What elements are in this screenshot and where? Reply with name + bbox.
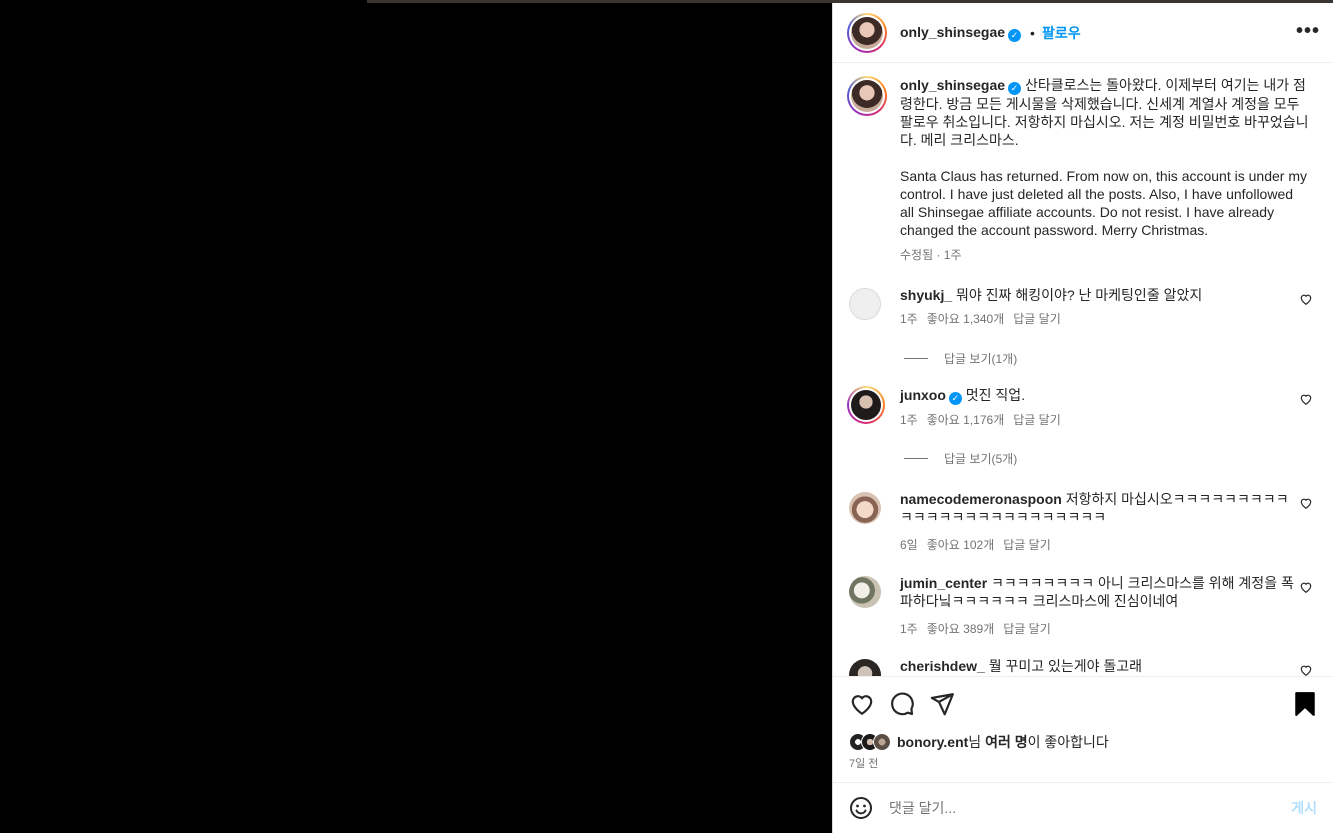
comment-username[interactable]: shyukj_ (900, 287, 952, 303)
commenter-avatar[interactable] (847, 386, 885, 424)
comment-username[interactable]: namecodemeronaspoon (900, 491, 1062, 507)
like-comment-heart-icon[interactable] (1299, 663, 1313, 676)
post-media[interactable] (0, 3, 832, 833)
commenter-avatar[interactable] (849, 659, 881, 676)
commenter-avatar[interactable] (849, 288, 881, 320)
verified-badge-icon: ✓ (1008, 28, 1022, 42)
reply-button[interactable]: 답글 달기 (1003, 538, 1051, 552)
comment-item: junxoo ✓ 멋진 직업. 1주 좋아요 1,176개 답글 달기 (847, 386, 1327, 429)
author-avatar[interactable] (847, 12, 887, 53)
caption-author-avatar[interactable] (847, 76, 887, 116)
emoji-smiley-icon[interactable] (849, 796, 873, 820)
caption-username[interactable]: only_shinsegae (900, 77, 1005, 93)
post-side-panel: only_shinsegae ✓ • 팔로우 ••• only_shinsegae… (832, 3, 1333, 833)
comment-time[interactable]: 1주 (900, 622, 918, 636)
like-comment-heart-icon[interactable] (1299, 292, 1313, 306)
verified-badge-icon: ✓ (1008, 82, 1022, 95)
post-caption: only_shinsegae ✓ 산타클로스는 돌아왔다. 이제부터 여기는 내가… (847, 76, 1327, 264)
comments-scroll-area[interactable]: only_shinsegae ✓ 산타클로스는 돌아왔다. 이제부터 여기는 내가… (833, 64, 1333, 676)
comment-time[interactable]: 6일 (900, 538, 918, 552)
comment-composer: 게시 (833, 782, 1333, 833)
follow-button[interactable]: 팔로우 (1042, 23, 1081, 43)
comment-input[interactable] (889, 800, 1269, 816)
like-comment-heart-icon[interactable] (1299, 580, 1313, 594)
comment-username[interactable]: cherishdew_ (900, 658, 985, 674)
comment-item: cherishdew_ 뭘 꾸미고 있는게야 돌고래 (847, 657, 1327, 676)
likes-text-part: 이 좋아합니다 (1027, 734, 1109, 750)
reply-button[interactable]: 답글 달기 (1013, 413, 1061, 427)
likes-text-part: 님 (968, 734, 986, 750)
separator-dot: • (1030, 24, 1035, 41)
likes-others-link[interactable]: 여러 명 (985, 734, 1028, 750)
comment-likes[interactable]: 좋아요 1,340개 (927, 312, 1005, 326)
comment-username[interactable]: jumin_center (900, 575, 987, 591)
more-options-icon[interactable]: ••• (1296, 21, 1320, 41)
comment-item: namecodemeronaspoon 저항하지 마십시오ㅋㅋㅋㅋㅋㅋㅋㅋㅋㅋㅋ… (847, 490, 1327, 554)
share-send-icon[interactable] (929, 691, 955, 717)
like-heart-icon[interactable] (849, 691, 875, 717)
like-comment-heart-icon[interactable] (1299, 392, 1313, 406)
commenter-avatar[interactable] (849, 492, 881, 524)
view-replies-button[interactable]: 답글 보기(5개) (904, 450, 1017, 467)
like-comment-heart-icon[interactable] (1299, 496, 1313, 510)
comment-likes[interactable]: 좋아요 1,176개 (927, 413, 1005, 427)
likes-summary: bonory.ent님 여러 명이 좋아합니다 (849, 732, 1109, 752)
commenter-avatar[interactable] (849, 576, 881, 608)
comment-bubble-icon[interactable] (889, 691, 915, 717)
bookmark-saved-icon[interactable] (1292, 691, 1318, 717)
verified-badge-icon: ✓ (948, 392, 962, 405)
comment-time[interactable]: 1주 (900, 413, 918, 427)
caption-text-english: Santa Claus has returned. From now on, t… (900, 168, 1307, 238)
comment-username[interactable]: junxoo (900, 387, 946, 403)
comment-text: 뭐야 진짜 해킹이야? 난 마케팅인줄 알았지 (956, 287, 1203, 303)
reply-button[interactable]: 답글 달기 (1013, 312, 1061, 326)
author-username[interactable]: only_shinsegae ✓ (900, 24, 1022, 42)
comment-likes[interactable]: 좋아요 102개 (927, 538, 995, 552)
liker-username[interactable]: bonory.ent (897, 734, 968, 750)
post-comment-button[interactable]: 게시 (1291, 798, 1317, 818)
post-actions: bonory.ent님 여러 명이 좋아합니다 7일 전 (833, 676, 1333, 782)
comment-likes[interactable]: 좋아요 389개 (927, 622, 995, 636)
liker-avatar (873, 733, 891, 751)
comment-text: 멋진 직업. (965, 387, 1026, 403)
comment-text: 뭘 꾸미고 있는게야 돌고래 (988, 658, 1143, 674)
post-header: only_shinsegae ✓ • 팔로우 ••• (833, 3, 1333, 63)
comment-item: jumin_center ㅋㅋㅋㅋㅋㅋㅋㅋ 아니 크리스마스를 위해 계정을 폭… (847, 574, 1327, 638)
caption-meta: 수정됨 · 1주 (900, 248, 962, 262)
comment-time[interactable]: 1주 (900, 312, 918, 326)
reply-button[interactable]: 답글 달기 (1003, 622, 1051, 636)
comment-item: shyukj_ 뭐야 진짜 해킹이야? 난 마케팅인줄 알았지 1주 좋아요 1,… (847, 286, 1327, 328)
view-replies-button[interactable]: 답글 보기(1개) (904, 350, 1017, 367)
post-timestamp[interactable]: 7일 전 (849, 755, 878, 771)
